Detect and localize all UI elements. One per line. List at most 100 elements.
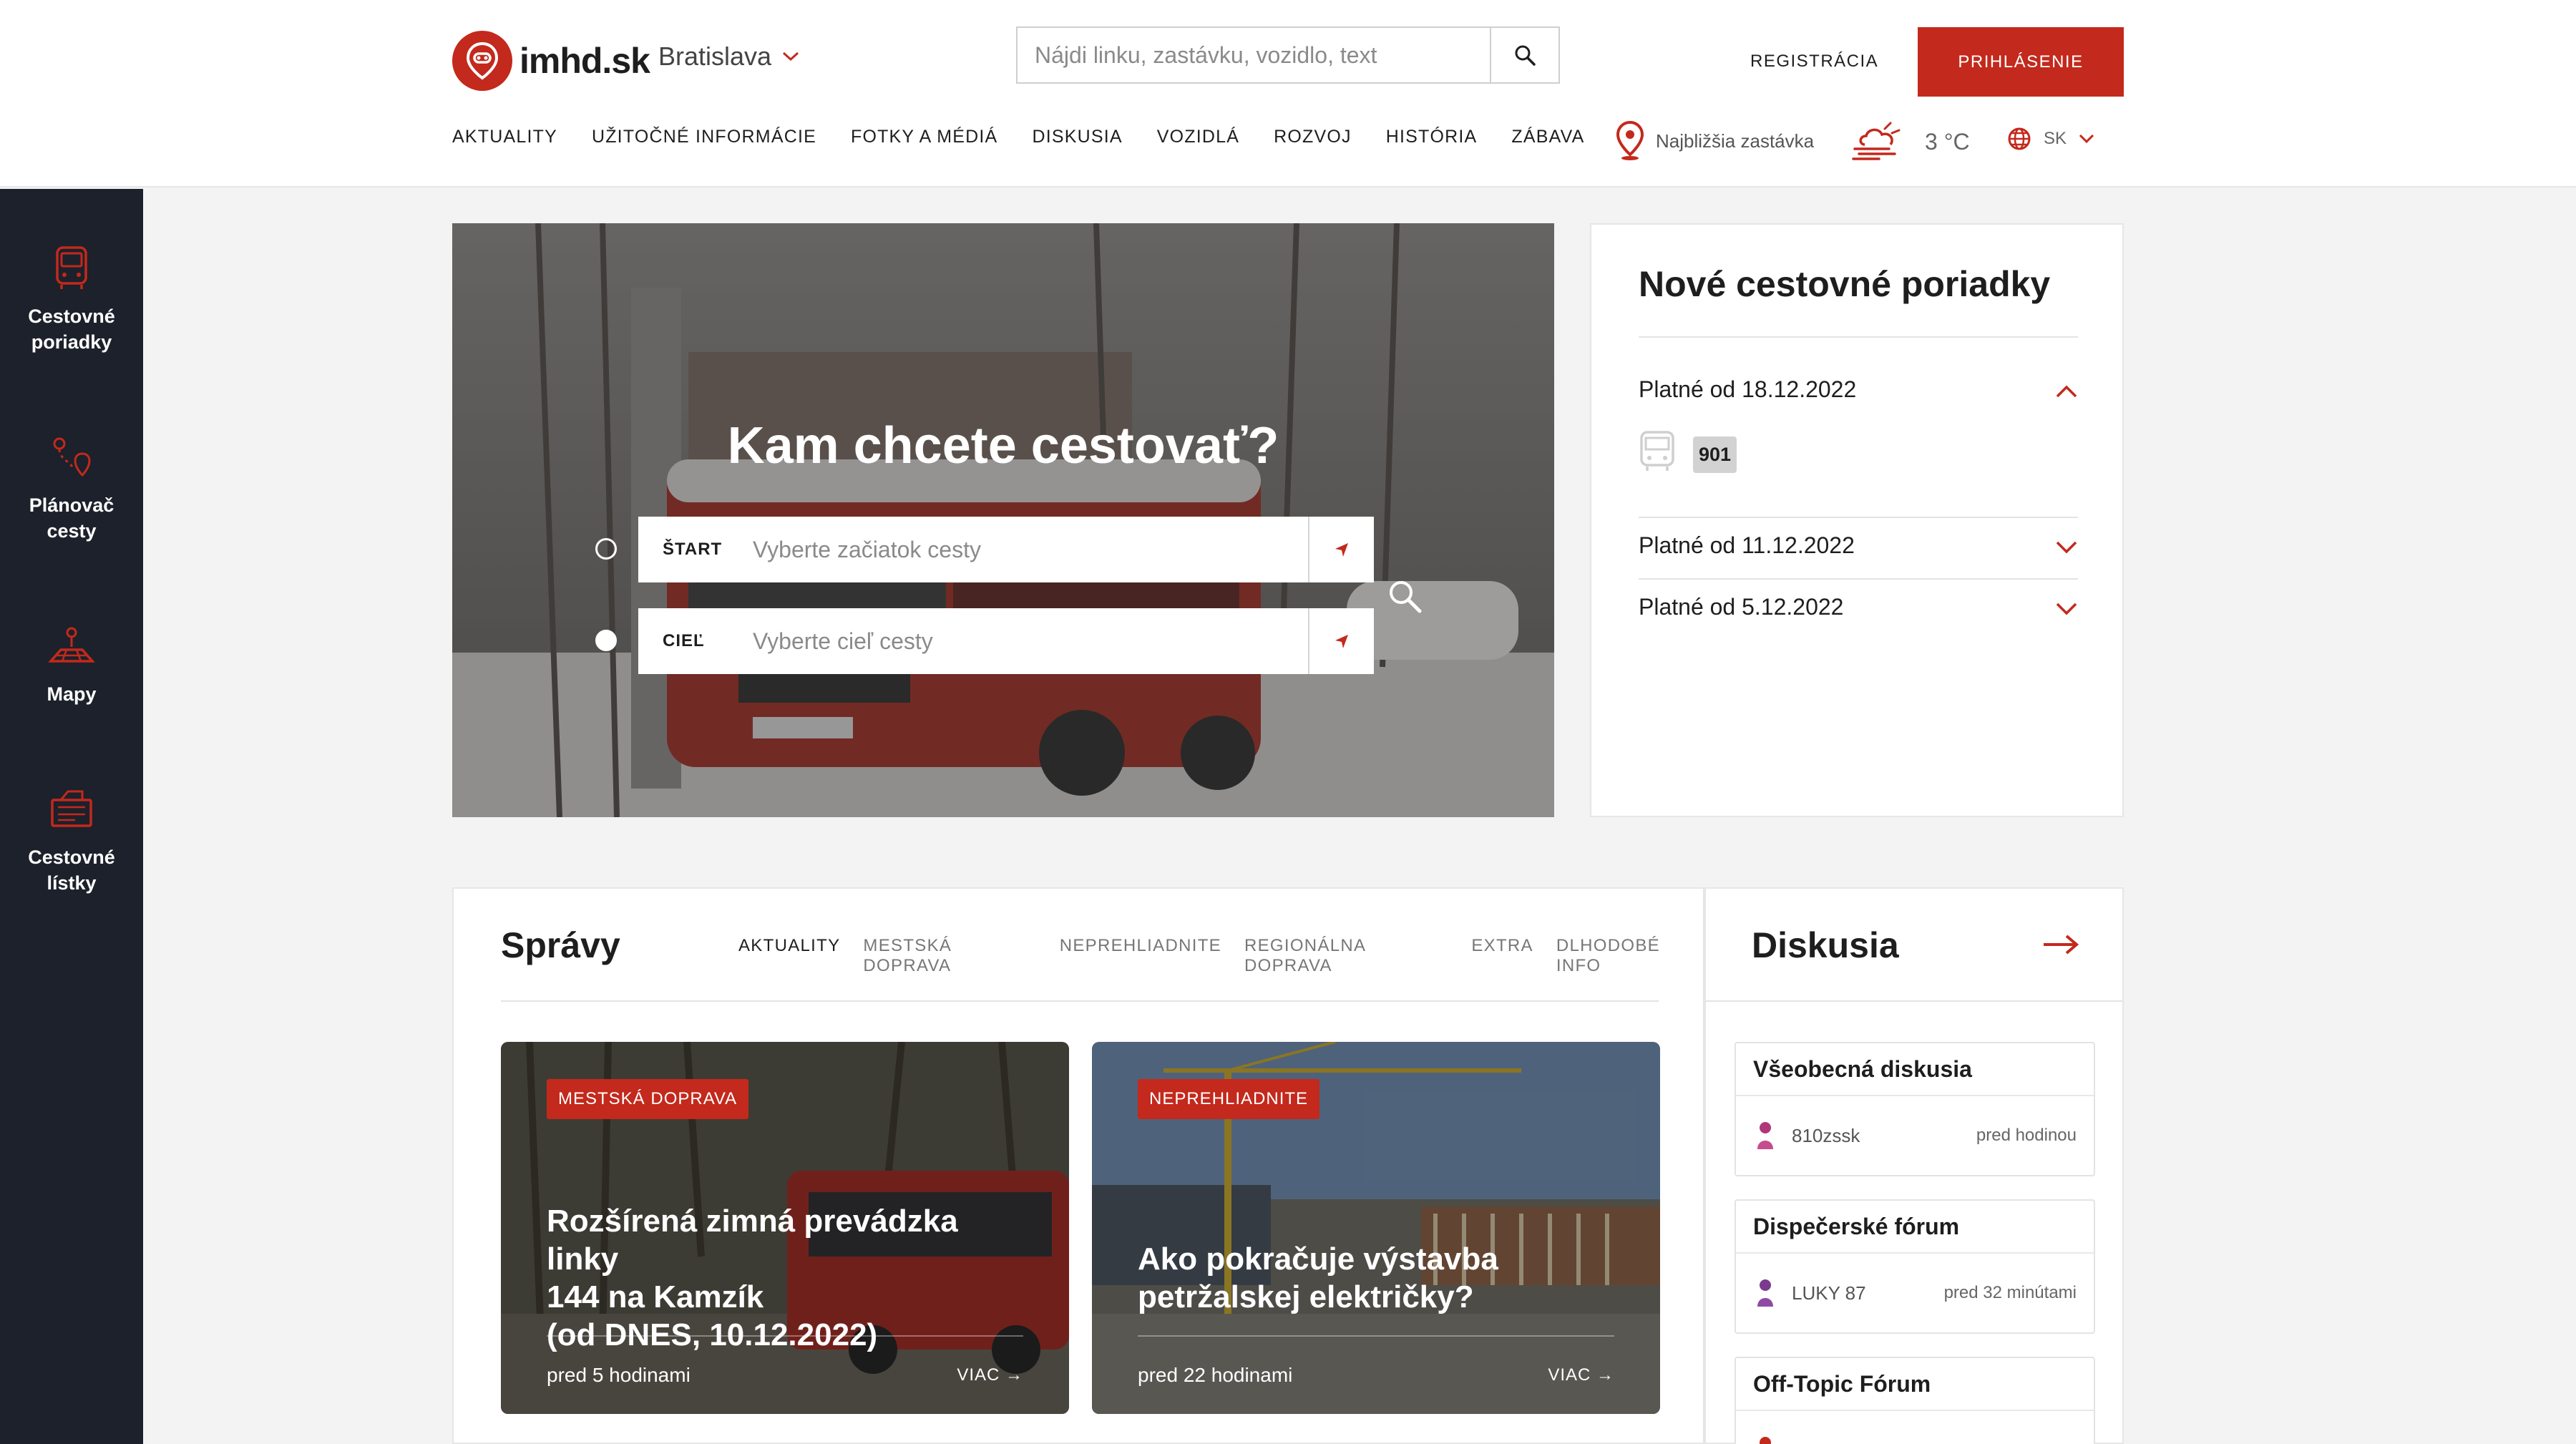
nav-item-rozvoj[interactable]: ROZVOJ xyxy=(1274,127,1352,147)
news-card-title: Ako pokračuje výstavba petržalskej elektr… xyxy=(1138,1241,1498,1314)
hero-title: Kam chcete cestovať? xyxy=(727,417,1279,474)
tab-dlhodobe-info[interactable]: DLHODOBÉ INFO xyxy=(1556,936,1703,976)
search-input[interactable] xyxy=(1018,28,1490,82)
nav-item-diskusia[interactable]: DISKUSIA xyxy=(1032,127,1122,147)
forum-card[interactable]: Off-Topic Fórum xyxy=(1735,1357,2095,1444)
arrow-right-icon[interactable] xyxy=(2042,933,2079,956)
nav-item-vozidla[interactable]: VOZIDLÁ xyxy=(1157,127,1239,147)
timetable-group-label[interactable]: Platné od 5.12.2022 xyxy=(1639,594,1843,620)
nearest-stop-link[interactable]: Najbližšia zastávka xyxy=(1614,120,1814,162)
nav-item-historia[interactable]: HISTÓRIA xyxy=(1386,127,1478,147)
forum-card[interactable]: Dispečerské fórum LUKY 87 pred 32 minúta… xyxy=(1735,1199,2095,1334)
sidebar-item-label: Plánovač cesty xyxy=(29,494,114,542)
route-planner-icon xyxy=(53,437,91,477)
register-link[interactable]: REGISTRÁCIA xyxy=(1750,52,1878,72)
temperature: 3 °C xyxy=(1925,128,1970,155)
start-placeholder[interactable]: Vyberte začiatok cesty xyxy=(753,537,1308,563)
news-section: Správy AKTUALITY MESTSKÁ DOPRAVA NEPREHL… xyxy=(452,887,1704,1444)
news-card-time: pred 5 hodinami xyxy=(547,1364,691,1386)
main-nav: AKTUALITY UŽITOČNÉ INFORMÁCIE FOTKY A MÉ… xyxy=(452,127,1585,147)
sidebar-item-label: Cestovné lístky xyxy=(28,847,115,894)
start-field[interactable]: ŠTART Vyberte začiatok cesty xyxy=(638,517,1374,582)
start-label: ŠTART xyxy=(663,540,723,559)
forum-time: pred hodinou xyxy=(1976,1126,2077,1145)
forum-last-post: 810zssk pred hodinou xyxy=(1736,1096,2094,1175)
sidebar-item-tickets[interactable]: Cestovné lístky xyxy=(0,784,143,896)
chevron-down-icon[interactable] xyxy=(2055,540,2078,555)
timetable-group-label[interactable]: Platné od 11.12.2022 xyxy=(1639,532,1855,559)
start-locate-button[interactable] xyxy=(1308,517,1374,582)
news-card[interactable]: MESTSKÁ DOPRAVA Rozšírená zimná prevádzk… xyxy=(501,1042,1069,1414)
divider xyxy=(501,1000,1659,1002)
nav-item-aktuality[interactable]: AKTUALITY xyxy=(452,127,557,147)
more-link[interactable]: VIAC → xyxy=(957,1365,1023,1385)
news-card[interactable]: NEPREHLIADNITE Ako pokračuje výstavba pet… xyxy=(1092,1042,1660,1414)
tab-neprehliadnite[interactable]: NEPREHLIADNITE xyxy=(1060,936,1221,976)
chevron-down-icon xyxy=(783,52,799,62)
map-icon xyxy=(48,627,95,663)
sidebar-item-maps[interactable]: Mapy xyxy=(0,621,143,707)
language-code: SK xyxy=(2044,129,2067,148)
forum-name[interactable]: Všeobecná diskusia xyxy=(1736,1043,2094,1096)
forum-last-post xyxy=(1736,1411,2094,1444)
locate-arrow-icon xyxy=(1335,543,1348,557)
tab-regionalna-doprava[interactable]: REGIONÁLNA DOPRAVA xyxy=(1244,936,1448,976)
timetables-title: Nové cestovné poriadky xyxy=(1639,264,2051,304)
forum-name[interactable]: Dispečerské fórum xyxy=(1736,1201,2094,1254)
nav-item-zabava[interactable]: ZÁBAVA xyxy=(1511,127,1584,147)
divider xyxy=(1639,517,2078,518)
nav-item-uzitocne-informacie[interactable]: UŽITOČNÉ INFORMÁCIE xyxy=(592,127,816,147)
weather-widget: 3 °C xyxy=(1850,120,1970,163)
ticket-icon xyxy=(51,790,92,827)
city-selector[interactable]: Bratislava xyxy=(658,42,800,72)
sidebar-item-timetables[interactable]: Cestovné poriadky xyxy=(0,243,143,355)
location-pin-icon xyxy=(1616,120,1644,160)
chevron-up-icon[interactable] xyxy=(2055,384,2078,399)
global-search xyxy=(1016,26,1560,84)
search-button[interactable] xyxy=(1490,28,1558,82)
arrow-right-icon: → xyxy=(1596,1365,1614,1385)
news-card-time: pred 22 hodinami xyxy=(1138,1364,1293,1386)
sidebar-item-route-planner[interactable]: Plánovač cesty xyxy=(0,432,143,544)
divider xyxy=(1706,1000,2122,1002)
end-locate-button[interactable] xyxy=(1308,608,1374,674)
globe-icon xyxy=(2008,127,2031,150)
forum-time: pred 32 minútami xyxy=(1943,1283,2077,1302)
divider xyxy=(547,1335,1023,1337)
forum-user[interactable]: 810zssk xyxy=(1792,1125,1976,1147)
discussion-section: Diskusia Všeobecná diskusia 810zssk pred… xyxy=(1704,887,2124,1444)
forum-name[interactable]: Off-Topic Fórum xyxy=(1736,1358,2094,1411)
news-card-title: Rozšírená zimná prevádzka linky 144 na Ka… xyxy=(547,1204,958,1352)
end-placeholder[interactable]: Vyberte cieľ cesty xyxy=(753,628,1308,655)
nav-item-fotky-a-media[interactable]: FOTKY A MÉDIÁ xyxy=(851,127,997,147)
new-timetables-panel: Nové cestovné poriadky Platné od 18.12.2… xyxy=(1590,223,2124,817)
divider xyxy=(1639,336,2078,338)
news-title: Správy xyxy=(501,925,620,965)
sidebar-item-label: Cestovné poriadky xyxy=(28,306,115,353)
language-selector[interactable]: SK xyxy=(2006,126,2095,152)
chevron-down-icon[interactable] xyxy=(2055,601,2078,617)
divider xyxy=(1138,1335,1614,1337)
end-field[interactable]: CIEĽ Vyberte cieľ cesty xyxy=(638,608,1374,674)
tab-mestska-doprava[interactable]: MESTSKÁ DOPRAVA xyxy=(863,936,1036,976)
arrow-right-icon: → xyxy=(1005,1365,1023,1385)
forum-card[interactable]: Všeobecná diskusia 810zssk pred hodinou xyxy=(1735,1042,2095,1176)
line-badge[interactable]: 901 xyxy=(1693,436,1737,473)
forum-user[interactable]: LUKY 87 xyxy=(1792,1282,1944,1304)
timetable-group-label[interactable]: Platné od 18.12.2022 xyxy=(1639,376,1856,403)
category-badge: NEPREHLIADNITE xyxy=(1138,1079,1320,1119)
bus-icon xyxy=(56,246,87,289)
avatar xyxy=(1757,1279,1773,1307)
forum-last-post: LUKY 87 pred 32 minútami xyxy=(1736,1254,2094,1332)
tab-extra[interactable]: EXTRA xyxy=(1471,936,1533,976)
nearest-stop-label: Najbližšia zastávka xyxy=(1656,130,1815,152)
route-search-icon[interactable] xyxy=(1385,577,1425,617)
city-name: Bratislava xyxy=(658,42,772,71)
tab-aktuality[interactable]: AKTUALITY xyxy=(738,936,840,976)
end-label: CIEĽ xyxy=(663,631,705,650)
login-button[interactable]: PRIHLÁSENIE xyxy=(1918,27,2124,97)
more-link[interactable]: VIAC → xyxy=(1548,1365,1614,1385)
site-logo[interactable]: imhd.sk xyxy=(452,31,650,91)
bus-icon xyxy=(1640,431,1674,471)
category-badge: MESTSKÁ DOPRAVA xyxy=(547,1079,749,1119)
